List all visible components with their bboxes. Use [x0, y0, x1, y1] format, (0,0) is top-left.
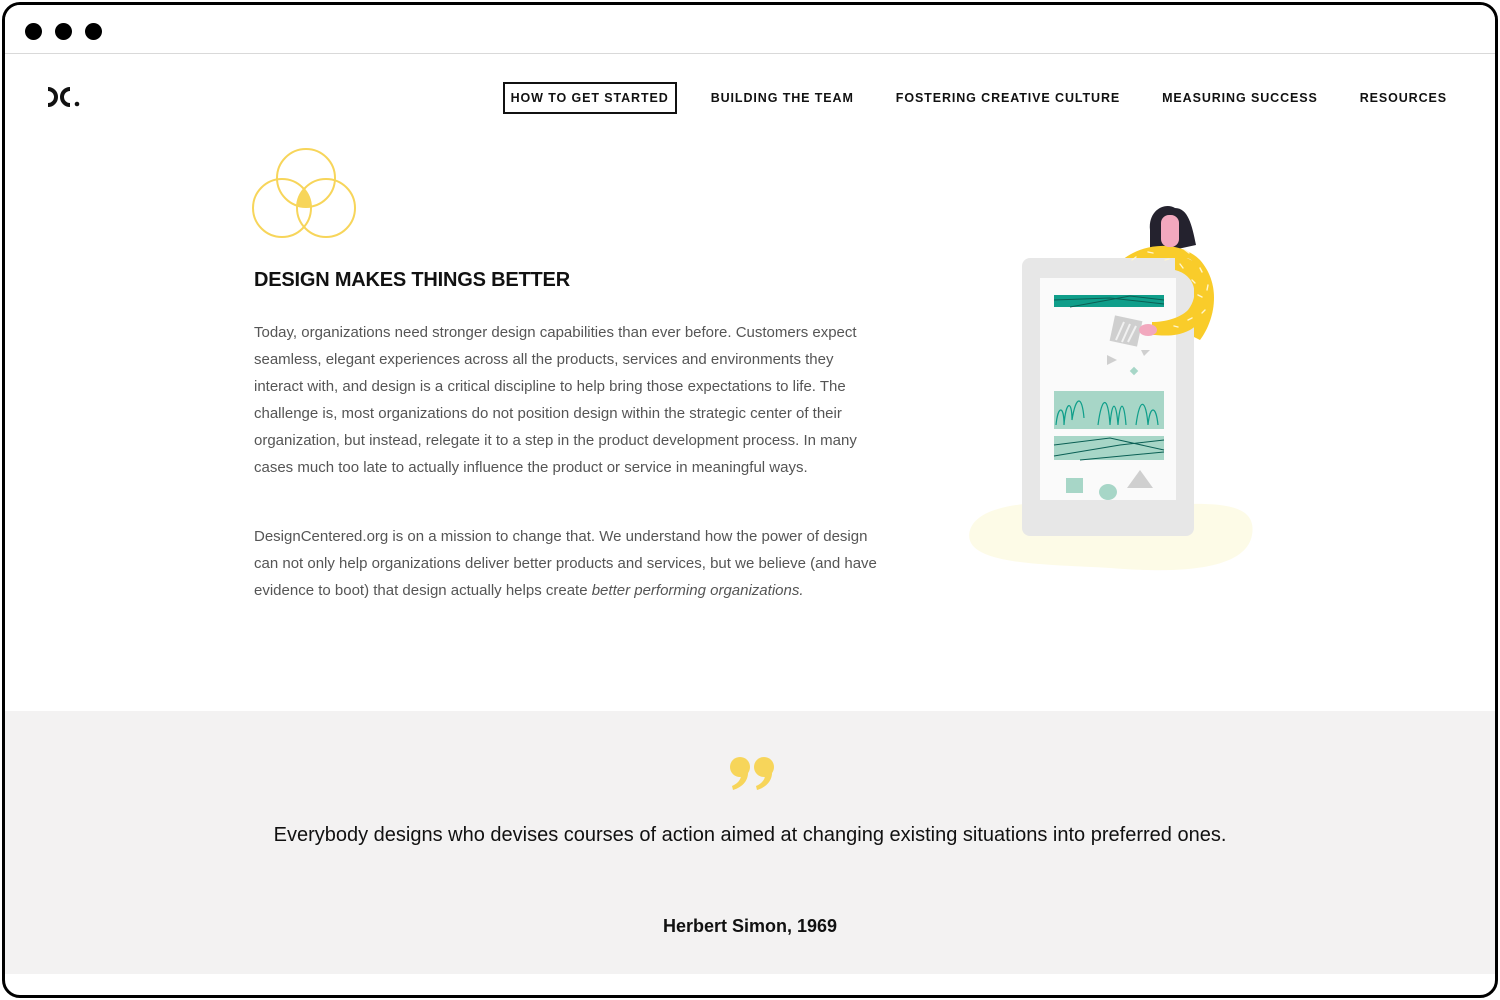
close-dot[interactable]: [25, 23, 42, 40]
intro-paragraph-1: Today, organizations need stronger desig…: [254, 324, 857, 476]
section-heading: DESIGN MAKES THINGS BETTER: [254, 269, 570, 291]
quote-mark-icon: [729, 756, 777, 792]
quote-section: Everybody designs who devises courses of…: [5, 711, 1495, 974]
quote-text: Everybody designs who devises courses of…: [273, 824, 1227, 846]
intro-paragraph-2-emphasis: better performing organizations.: [591, 582, 804, 599]
woman-with-tablet-illustration: [960, 200, 1260, 580]
maximize-dot[interactable]: [85, 23, 102, 40]
nav-building-the-team[interactable]: BUILDING THE TEAM: [703, 82, 862, 114]
main-nav: HOW TO GET STARTED BUILDING THE TEAM FOS…: [477, 82, 1455, 114]
nav-fostering-creative-culture[interactable]: FOSTERING CREATIVE CULTURE: [888, 82, 1128, 114]
intro-paragraph-2: DesignCentered.org is on a mission to ch…: [254, 523, 882, 604]
quote-author: Herbert Simon, 1969: [662, 916, 838, 936]
venn-diagram-icon: [251, 146, 361, 244]
logo-icon: [47, 87, 80, 107]
nav-measuring-success[interactable]: MEASURING SUCCESS: [1154, 82, 1326, 114]
minimize-dot[interactable]: [55, 23, 72, 40]
nav-resources[interactable]: RESOURCES: [1352, 82, 1455, 114]
browser-window: HOW TO GET STARTED BUILDING THE TEAM FOS…: [2, 2, 1498, 998]
nav-how-to-get-started[interactable]: HOW TO GET STARTED: [502, 82, 677, 114]
site-logo[interactable]: [44, 84, 84, 110]
window-titlebar: [5, 5, 1495, 54]
